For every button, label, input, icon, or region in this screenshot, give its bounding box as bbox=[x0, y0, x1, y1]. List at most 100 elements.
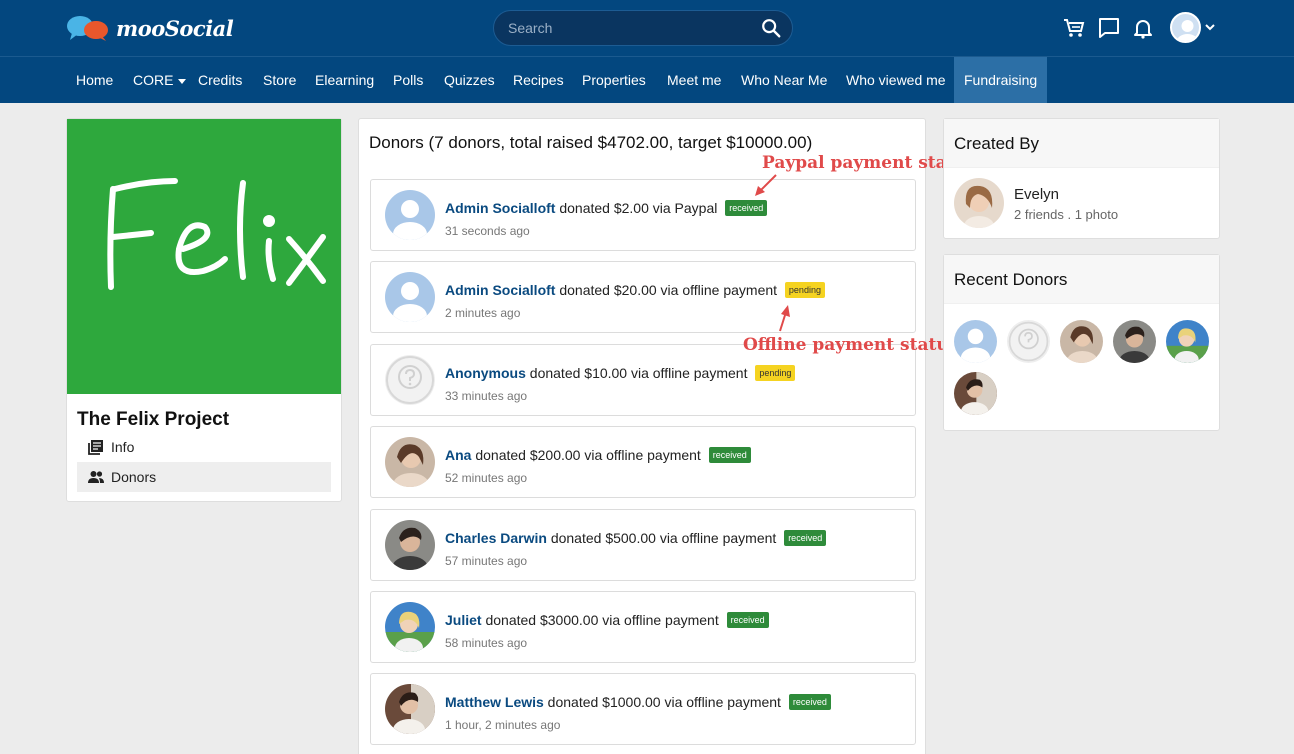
status-badge: received bbox=[788, 694, 831, 710]
default-user-icon bbox=[1176, 20, 1199, 41]
donor-item: Matthew Lewis donated $1000.00 via offli… bbox=[370, 673, 916, 745]
donation-time: 1 hour, 2 minutes ago bbox=[445, 718, 561, 732]
created-by-title: Created By bbox=[954, 134, 1040, 153]
recent-donor-avatar[interactable] bbox=[1007, 320, 1050, 363]
project-link-info[interactable]: Info bbox=[77, 432, 331, 462]
recent-donor-avatar[interactable] bbox=[1060, 320, 1103, 363]
nav-item-polls[interactable]: Polls bbox=[383, 57, 433, 103]
status-badge: received bbox=[784, 530, 827, 546]
donor-photo bbox=[385, 602, 435, 652]
logo-chat-bubbles-icon bbox=[67, 16, 108, 41]
felix-handwriting-logo bbox=[107, 178, 326, 290]
recent-donor-avatar[interactable] bbox=[954, 372, 997, 415]
chat-icon[interactable] bbox=[1097, 16, 1121, 40]
info-book-icon bbox=[88, 440, 103, 455]
donors-title: Donors (7 donors, total raised $4702.00,… bbox=[369, 133, 813, 152]
donor-item: Ana donated $200.00 via offline payment … bbox=[370, 426, 916, 498]
donor-item: Admin Socialloft donated $20.00 via offl… bbox=[370, 261, 916, 333]
status-badge: received bbox=[708, 447, 751, 463]
nav-item-store[interactable]: Store bbox=[253, 57, 306, 103]
donation-text: donated $200.00 via offline payment bbox=[471, 447, 701, 463]
donor-photo bbox=[1060, 320, 1103, 363]
site-logo[interactable]: mooSocial bbox=[66, 14, 234, 42]
donor-item: Charles Darwin donated $500.00 via offli… bbox=[370, 509, 916, 581]
donor-name[interactable]: Matthew Lewis bbox=[445, 694, 544, 710]
search-box bbox=[493, 10, 793, 46]
nav-item-credits[interactable]: Credits bbox=[188, 57, 252, 103]
nav-item-properties[interactable]: Properties bbox=[572, 57, 656, 103]
people-icon bbox=[88, 471, 104, 483]
project-title: The Felix Project bbox=[77, 409, 230, 430]
anonymous-user-icon bbox=[385, 355, 435, 405]
donor-avatar[interactable] bbox=[385, 355, 435, 405]
chevron-down-icon[interactable] bbox=[1203, 20, 1217, 34]
search-icon[interactable] bbox=[760, 17, 782, 39]
recent-donors-card: Recent Donors bbox=[943, 254, 1220, 431]
donation-text: donated $10.00 via offline payment bbox=[525, 365, 748, 381]
nav-item-quizzes[interactable]: Quizzes bbox=[434, 57, 505, 103]
donation-time: 58 minutes ago bbox=[445, 636, 528, 650]
donor-name[interactable]: Admin Socialloft bbox=[445, 200, 555, 216]
creator-meta: 2 friends . 1 photo bbox=[1014, 207, 1119, 222]
donor-photo bbox=[385, 684, 435, 734]
donor-photo bbox=[1113, 320, 1156, 363]
default-user-icon bbox=[385, 190, 435, 240]
donor-name[interactable]: Ana bbox=[445, 447, 471, 463]
donor-avatar[interactable] bbox=[385, 437, 435, 487]
annotation-arrow-icon bbox=[755, 174, 777, 196]
donation-time: 33 minutes ago bbox=[445, 389, 528, 403]
donor-item: Admin Socialloft donated $2.00 via Paypa… bbox=[370, 179, 916, 251]
status-badge: received bbox=[726, 612, 769, 628]
annotation-arrow-icon bbox=[779, 305, 790, 332]
donor-name[interactable]: Juliet bbox=[445, 612, 482, 628]
donor-photo bbox=[385, 437, 435, 487]
recent-donor-avatar[interactable] bbox=[954, 320, 997, 363]
project-cover-image[interactable] bbox=[67, 119, 341, 394]
donation-time: 57 minutes ago bbox=[445, 554, 528, 568]
anonymous-user-icon bbox=[1007, 320, 1050, 363]
donor-photo bbox=[954, 372, 997, 415]
donor-avatar[interactable] bbox=[385, 684, 435, 734]
recent-donor-avatar[interactable] bbox=[1166, 320, 1209, 363]
logo-text: mooSocial bbox=[116, 15, 234, 41]
default-user-icon bbox=[954, 320, 997, 363]
creator-name[interactable]: Evelyn bbox=[1014, 186, 1059, 203]
created-by-card: Created By Evelyn 2 friends . 1 photo bbox=[943, 118, 1220, 239]
nav-item-home[interactable]: Home bbox=[66, 57, 123, 103]
donation-text: donated $500.00 via offline payment bbox=[546, 530, 777, 546]
nav-item-recipes[interactable]: Recipes bbox=[503, 57, 574, 103]
donation-text: donated $3000.00 via offline payment bbox=[481, 612, 719, 628]
donor-avatar[interactable] bbox=[385, 520, 435, 570]
user-avatar[interactable] bbox=[1170, 12, 1201, 43]
donation-time: 52 minutes ago bbox=[445, 471, 528, 485]
donation-text: donated $1000.00 via offline payment bbox=[543, 694, 781, 710]
donor-name[interactable]: Admin Socialloft bbox=[445, 282, 555, 298]
cart-icon[interactable] bbox=[1062, 16, 1086, 40]
creator-photo bbox=[954, 178, 1004, 228]
donor-avatar[interactable] bbox=[385, 272, 435, 322]
top-bar: mooSocial bbox=[0, 0, 1294, 56]
donation-time: 31 seconds ago bbox=[445, 224, 530, 238]
donor-avatar[interactable] bbox=[385, 602, 435, 652]
bell-icon[interactable] bbox=[1131, 16, 1155, 40]
donor-avatar[interactable] bbox=[385, 190, 435, 240]
search-input[interactable] bbox=[508, 11, 748, 45]
creator-avatar[interactable] bbox=[954, 178, 1004, 228]
donor-name[interactable]: Charles Darwin bbox=[445, 530, 547, 546]
nav-item-who-near-me[interactable]: Who Near Me bbox=[731, 57, 837, 103]
nav-item-core[interactable]: CORE bbox=[123, 57, 196, 103]
nav-item-elearning[interactable]: Elearning bbox=[305, 57, 384, 103]
nav-item-meet-me[interactable]: Meet me bbox=[657, 57, 731, 103]
nav-item-who-viewed-me[interactable]: Who viewed me bbox=[836, 57, 956, 103]
donors-panel: Donors (7 donors, total raised $4702.00,… bbox=[358, 118, 926, 754]
donor-name[interactable]: Anonymous bbox=[445, 365, 526, 381]
donation-text: donated $2.00 via Paypal bbox=[555, 200, 718, 216]
offline-status-annotation: Offline payment status bbox=[743, 335, 959, 355]
main-nav: Home CORE Credits Store Elearning Polls … bbox=[0, 56, 1294, 103]
project-link-donors[interactable]: Donors bbox=[77, 462, 331, 492]
donation-text: donated $20.00 via offline payment bbox=[555, 282, 778, 298]
donor-photo bbox=[385, 520, 435, 570]
recent-donors-title: Recent Donors bbox=[954, 270, 1068, 289]
nav-item-fundraising[interactable]: Fundraising bbox=[954, 57, 1048, 103]
recent-donor-avatar[interactable] bbox=[1113, 320, 1156, 363]
